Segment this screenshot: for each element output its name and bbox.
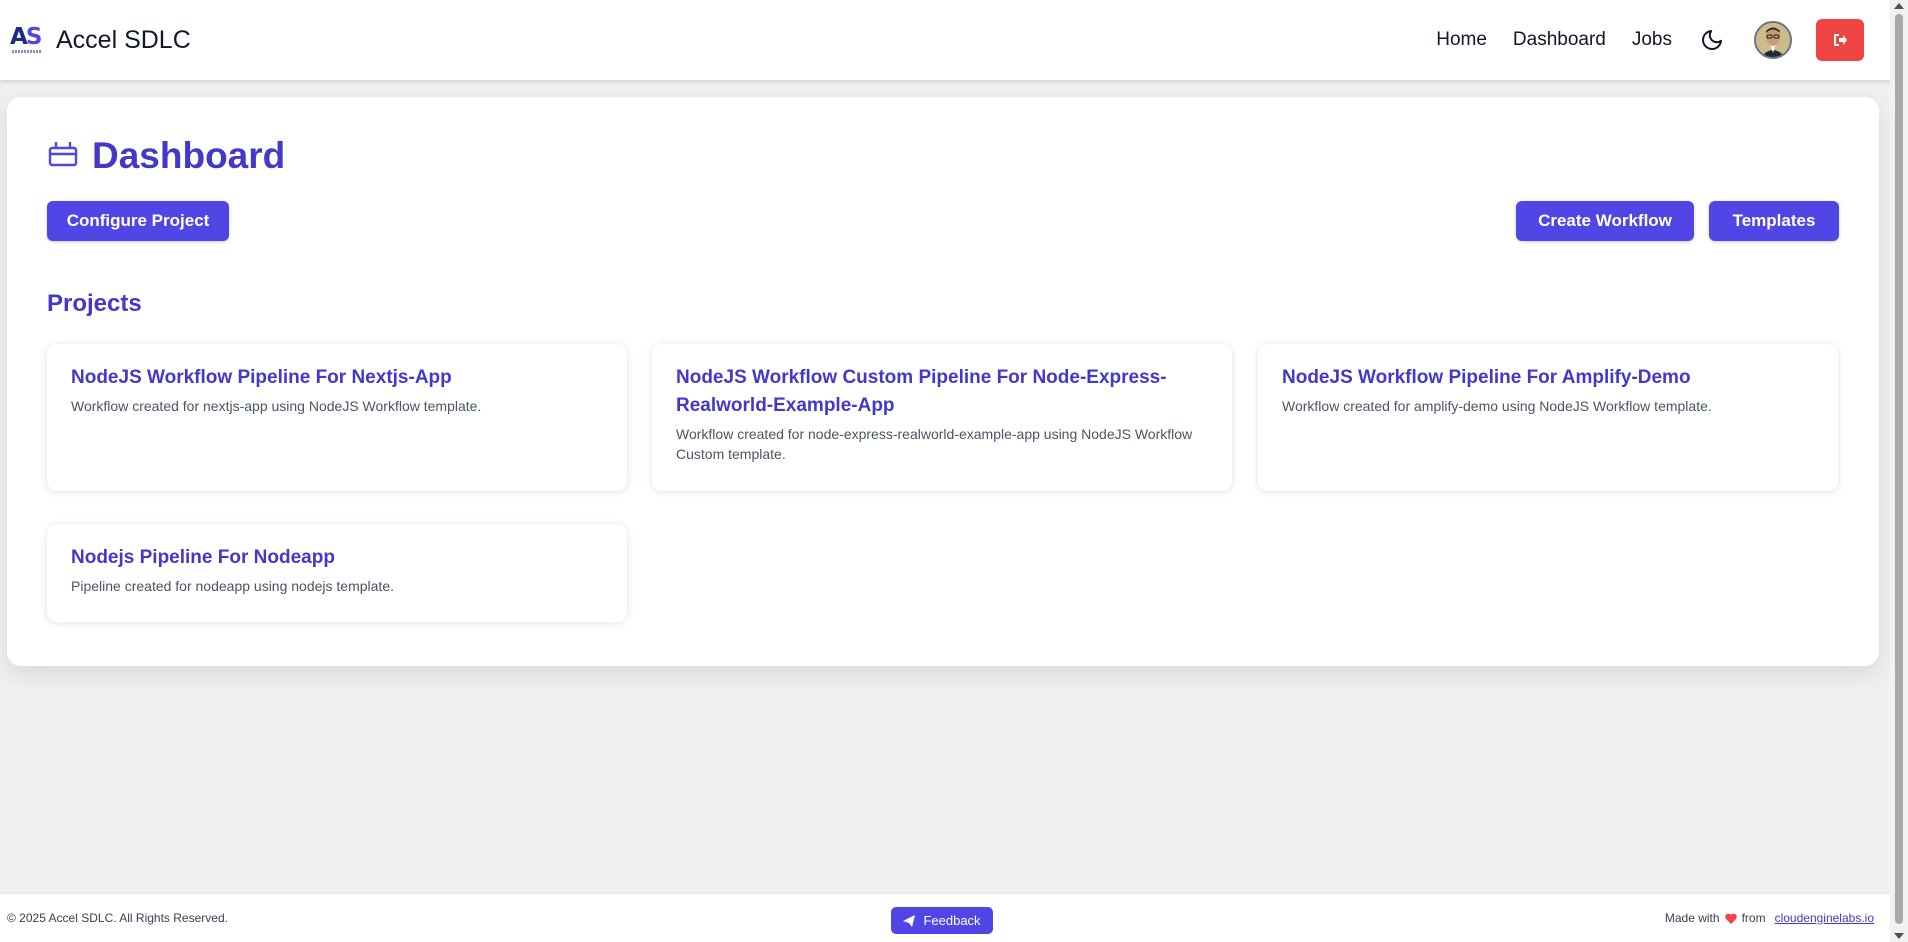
page-title: Dashboard (92, 135, 286, 176)
project-title[interactable]: NodeJS Workflow Pipeline For Amplify-Dem… (1282, 364, 1814, 392)
dashboard-icon (48, 140, 78, 173)
project-description: Workflow created for amplify-demo using … (1282, 398, 1712, 414)
moon-icon[interactable] (1698, 26, 1726, 54)
page-title-row: Dashboard (48, 135, 285, 177)
copyright-text: © 2025 Accel SDLC. All Rights Reserved. (7, 911, 228, 925)
logout-button[interactable] (1816, 19, 1864, 61)
project-card[interactable]: NodeJS Workflow Pipeline For Nextjs-App … (47, 344, 627, 491)
heart-icon (1724, 913, 1737, 924)
logo-letter-s: S (25, 24, 43, 50)
main-nav: Home Dashboard Jobs (1436, 19, 1864, 61)
vertical-scrollbar[interactable] (1890, 0, 1908, 942)
page: AS Accel SDLC Home Dashboard Jobs Dashbo… (0, 0, 1908, 942)
user-avatar[interactable] (1754, 21, 1792, 59)
project-description: Workflow created for node-express-realwo… (676, 426, 1193, 462)
nav-dashboard-link[interactable]: Dashboard (1513, 29, 1606, 51)
footer: © 2025 Accel SDLC. All Rights Reserved. … (0, 893, 1890, 942)
top-navbar: AS Accel SDLC Home Dashboard Jobs (0, 0, 1890, 80)
cloudenginelabs-link[interactable]: cloudenginelabs.io (1775, 911, 1874, 925)
project-card[interactable]: NodeJS Workflow Custom Pipeline For Node… (652, 344, 1232, 491)
made-with-text: Made with (1664, 911, 1720, 925)
made-with: Made with from cloudenginelabs.io (1665, 911, 1874, 925)
templates-button[interactable]: Templates (1709, 201, 1839, 241)
logo-tagline-mark (12, 50, 42, 53)
app-title: Accel SDLC (56, 25, 191, 54)
from-text: from (1741, 911, 1766, 925)
project-card[interactable]: Nodejs Pipeline For Nodeapp Pipeline cre… (47, 524, 627, 622)
configure-project-button[interactable]: Configure Project (47, 201, 229, 241)
create-workflow-button[interactable]: Create Workflow (1516, 201, 1694, 241)
logout-icon (1834, 34, 1847, 46)
brand[interactable]: AS Accel SDLC (10, 24, 191, 56)
app-logo: AS (10, 24, 42, 56)
project-card[interactable]: NodeJS Workflow Pipeline For Amplify-Dem… (1258, 344, 1838, 491)
feedback-button[interactable]: Feedback (891, 907, 993, 934)
project-title[interactable]: NodeJS Workflow Pipeline For Nextjs-App (71, 364, 603, 392)
project-title[interactable]: Nodejs Pipeline For Nodeapp (71, 544, 603, 572)
send-icon (903, 914, 916, 927)
project-title[interactable]: NodeJS Workflow Custom Pipeline For Node… (676, 364, 1208, 420)
dashboard-card: Dashboard Configure Project Create Workf… (7, 97, 1879, 666)
projects-heading: Projects (47, 290, 142, 317)
nav-home-link[interactable]: Home (1436, 29, 1487, 51)
scroll-up-icon[interactable] (1894, 3, 1904, 9)
logo-letter-a: A (10, 24, 28, 50)
scroll-down-icon[interactable] (1894, 933, 1904, 939)
project-description: Workflow created for nextjs-app using No… (71, 398, 482, 414)
scrollbar-thumb[interactable] (1895, 14, 1903, 924)
project-description: Pipeline created for nodeapp using nodej… (71, 578, 394, 594)
feedback-label: Feedback (923, 913, 981, 928)
nav-jobs-link[interactable]: Jobs (1632, 29, 1672, 51)
